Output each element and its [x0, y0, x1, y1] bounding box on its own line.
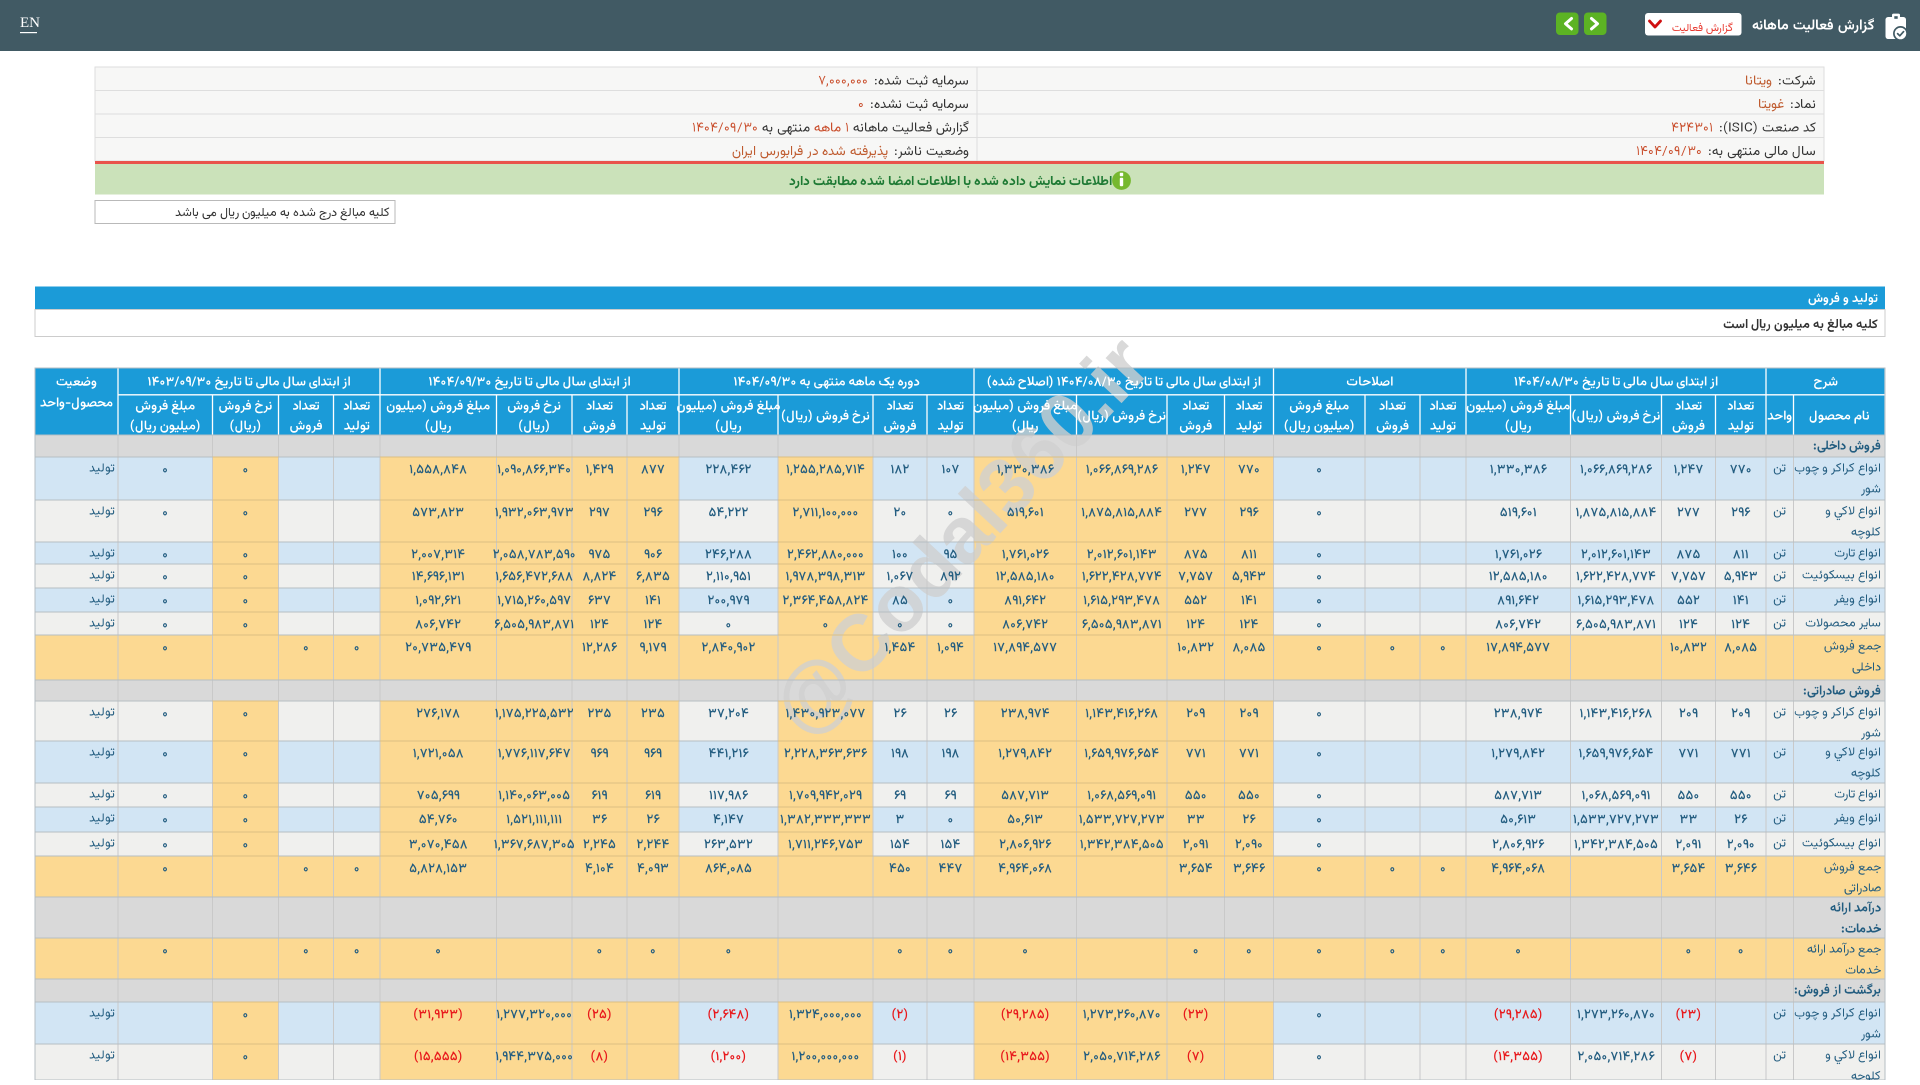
svg-text:EN: EN	[20, 15, 40, 31]
